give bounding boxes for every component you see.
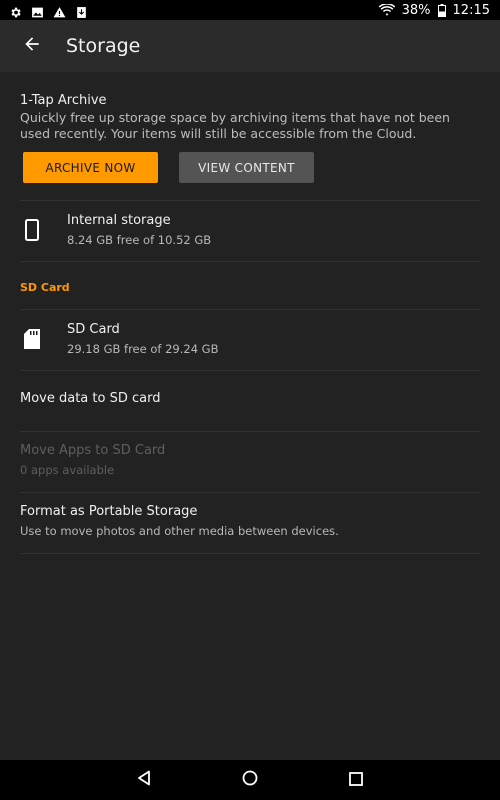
home-circle-icon [242,770,258,790]
move-data-title: Move data to SD card [20,391,161,406]
sd-card-row[interactable]: SD Card 29.18 GB free of 29.24 GB [0,310,500,370]
recents-square-icon [349,771,363,790]
app-toolbar: Storage [0,20,500,72]
wifi-icon [378,2,395,17]
warning-icon [53,4,66,17]
divider [20,261,480,262]
internal-storage-title: Internal storage [67,213,171,228]
format-storage-subtitle: Use to move photos and other media betwe… [20,524,339,538]
sd-card-section-header: SD Card [20,281,70,294]
storage-settings: 1-Tap Archive Quickly free up storage sp… [0,72,500,760]
image-icon [31,4,44,17]
download-icon [75,4,88,18]
navigation-bar [0,760,500,800]
nav-home-button[interactable] [238,768,262,792]
battery-icon [437,3,446,17]
format-storage-row[interactable]: Format as Portable Storage Use to move p… [0,493,500,553]
move-apps-title: Move Apps to SD Card [20,443,166,458]
move-data-row[interactable]: Move data to SD card [0,371,500,431]
divider [20,553,480,554]
back-button[interactable] [12,26,52,66]
status-bar-system: 38% 12:15 [378,2,500,18]
move-apps-row: Move Apps to SD Card 0 apps available [0,432,500,492]
gear-icon [9,4,22,17]
archive-description: Quickly free up storage space by archivi… [20,110,450,141]
sd-card-title: SD Card [67,322,120,337]
back-triangle-icon [136,770,152,790]
phone-icon [20,218,44,242]
archive-title: 1-Tap Archive [20,93,107,108]
status-bar: 38% 12:15 [0,0,500,20]
sd-card-icon [20,327,44,351]
move-apps-subtitle: 0 apps available [20,463,115,477]
clock: 12:15 [452,2,490,18]
page-title: Storage [66,35,141,57]
battery-percent: 38% [401,2,431,18]
sd-card-subtitle: 29.18 GB free of 29.24 GB [67,342,219,356]
format-storage-title: Format as Portable Storage [20,504,198,519]
internal-storage-row[interactable]: Internal storage 8.24 GB free of 10.52 G… [0,201,500,261]
nav-back-button[interactable] [132,768,156,792]
view-content-button[interactable]: VIEW CONTENT [179,152,314,183]
arrow-back-icon [22,34,42,58]
nav-recents-button[interactable] [344,768,368,792]
status-bar-notifications [0,4,88,18]
archive-now-button[interactable]: ARCHIVE NOW [23,152,158,183]
internal-storage-subtitle: 8.24 GB free of 10.52 GB [67,233,212,247]
